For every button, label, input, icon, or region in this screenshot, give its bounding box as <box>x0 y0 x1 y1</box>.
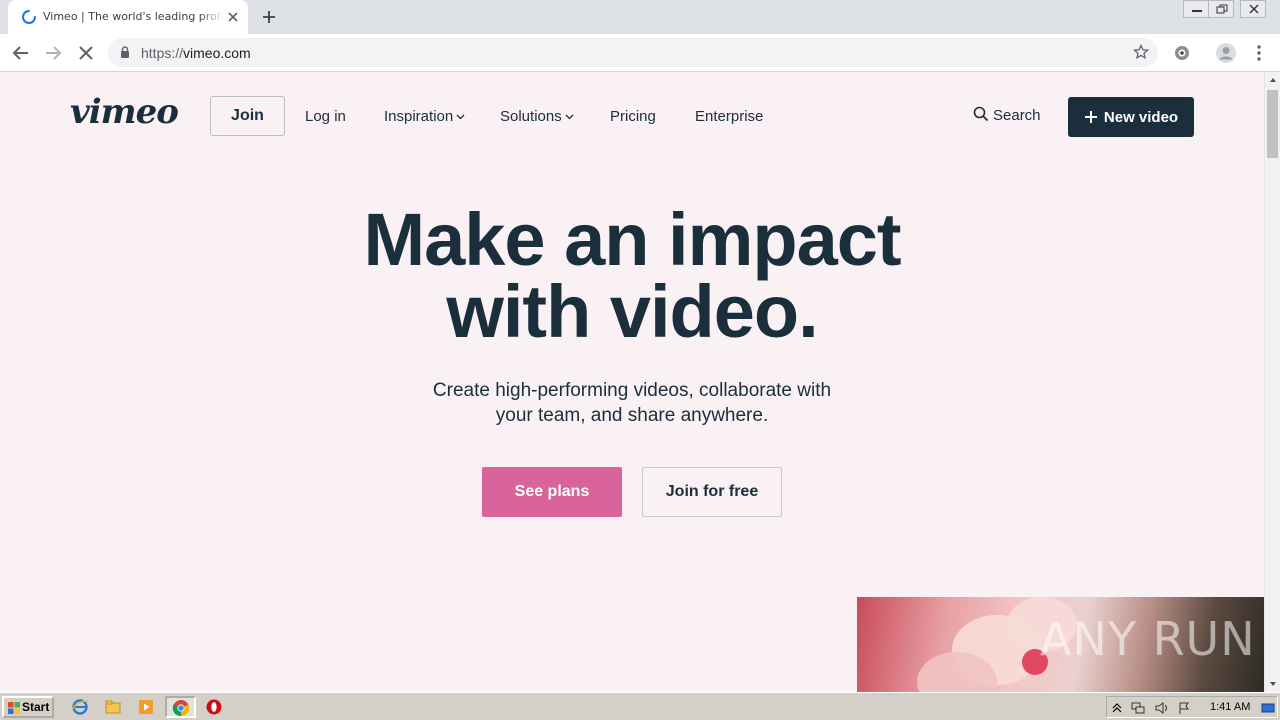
internet-explorer-icon[interactable] <box>71 698 89 716</box>
browser-toolbar: https://vimeo.com <box>0 34 1280 72</box>
url-text: https://vimeo.com <box>141 45 251 61</box>
plus-icon <box>1084 110 1097 123</box>
address-bar[interactable]: https://vimeo.com <box>108 38 1158 67</box>
page-scrollbar[interactable] <box>1264 72 1280 692</box>
lock-icon <box>121 46 129 58</box>
file-explorer-icon[interactable] <box>104 698 122 716</box>
search-label: Search <box>993 107 1041 124</box>
network-icon[interactable] <box>1131 701 1145 715</box>
nav-solutions[interactable]: Solutions <box>500 108 574 125</box>
hero-subtitle-line-2: your team, and share anywhere. <box>495 405 769 426</box>
opera-icon[interactable] <box>205 698 223 716</box>
tray-expand-icon[interactable] <box>1110 701 1124 715</box>
show-desktop-icon[interactable] <box>1261 701 1275 715</box>
volume-icon[interactable] <box>1154 701 1168 715</box>
hero-title-line-2: with video. <box>446 270 818 353</box>
tab-close-icon[interactable] <box>226 10 240 24</box>
hero-title-line-1: Make an impact <box>363 198 901 281</box>
anyrun-watermark: ANY RUN <box>1040 612 1256 666</box>
back-arrow-icon[interactable] <box>10 42 32 64</box>
media-player-icon[interactable] <box>137 698 155 716</box>
restore-icon <box>1216 4 1228 14</box>
windows-taskbar: Start 1:41 AM <box>0 692 1280 720</box>
chrome-taskbar-button[interactable] <box>165 696 196 718</box>
new-video-button[interactable]: New video <box>1068 97 1194 137</box>
scroll-up-arrow-icon[interactable] <box>1269 76 1277 84</box>
login-link[interactable]: Log in <box>305 108 346 125</box>
tab-title: Vimeo | The world's leading professional… <box>43 10 223 23</box>
forward-arrow-icon[interactable] <box>42 42 64 64</box>
browser-tab[interactable]: Vimeo | The world's leading professional… <box>8 0 248 34</box>
close-icon <box>1249 4 1259 14</box>
join-button[interactable]: Join <box>210 96 285 136</box>
minimize-button[interactable] <box>1183 0 1209 18</box>
taskbar-clock[interactable]: 1:41 AM <box>1210 701 1250 713</box>
hero-title: Make an impact with video. <box>232 203 1032 349</box>
new-video-label: New video <box>1103 108 1179 126</box>
vimeo-logo[interactable]: vimeo <box>70 92 179 132</box>
hero-subtitle: Create high-performing videos, collabora… <box>412 378 852 428</box>
nav-enterprise[interactable]: Enterprise <box>695 108 763 125</box>
browser-tab-strip: Vimeo | The world's leading professional… <box>0 0 1280 34</box>
profile-avatar-icon[interactable] <box>1215 42 1237 64</box>
url-scheme: https:// <box>141 45 184 61</box>
restore-button[interactable] <box>1208 0 1234 18</box>
system-tray: 1:41 AM <box>1106 696 1278 718</box>
bookmark-star-icon[interactable] <box>1133 44 1149 60</box>
join-for-free-button[interactable]: Join for free <box>642 467 782 517</box>
chrome-icon <box>172 700 190 717</box>
close-window-button[interactable] <box>1240 0 1266 18</box>
windows-flag-icon <box>8 702 20 714</box>
minimize-icon <box>1192 10 1202 12</box>
extension-icon[interactable] <box>1171 42 1193 64</box>
chevron-down-icon <box>565 114 574 120</box>
search-button[interactable]: Search <box>973 106 1041 124</box>
nav-pricing[interactable]: Pricing <box>610 108 656 125</box>
browser-menu-icon[interactable] <box>1248 42 1270 64</box>
page-viewport: vimeo Join Log in Inspiration Solutions … <box>0 72 1264 692</box>
new-tab-plus-icon[interactable] <box>260 8 278 26</box>
see-plans-button[interactable]: See plans <box>482 467 622 517</box>
url-host: vimeo.com <box>183 45 251 61</box>
loading-spinner-icon <box>22 10 36 24</box>
nav-inspiration-label: Inspiration <box>384 108 454 125</box>
start-button[interactable]: Start <box>2 696 54 718</box>
scrollbar-thumb[interactable] <box>1267 90 1278 158</box>
chevron-down-icon <box>456 114 465 120</box>
action-center-flag-icon[interactable] <box>1177 701 1191 715</box>
nav-solutions-label: Solutions <box>500 108 562 125</box>
start-label: Start <box>22 700 50 714</box>
nav-inspiration[interactable]: Inspiration <box>384 108 465 125</box>
stop-loading-icon[interactable] <box>75 42 97 64</box>
scroll-down-arrow-icon[interactable] <box>1269 680 1277 688</box>
search-icon <box>973 106 989 122</box>
hero-subtitle-line-1: Create high-performing videos, collabora… <box>432 380 832 401</box>
